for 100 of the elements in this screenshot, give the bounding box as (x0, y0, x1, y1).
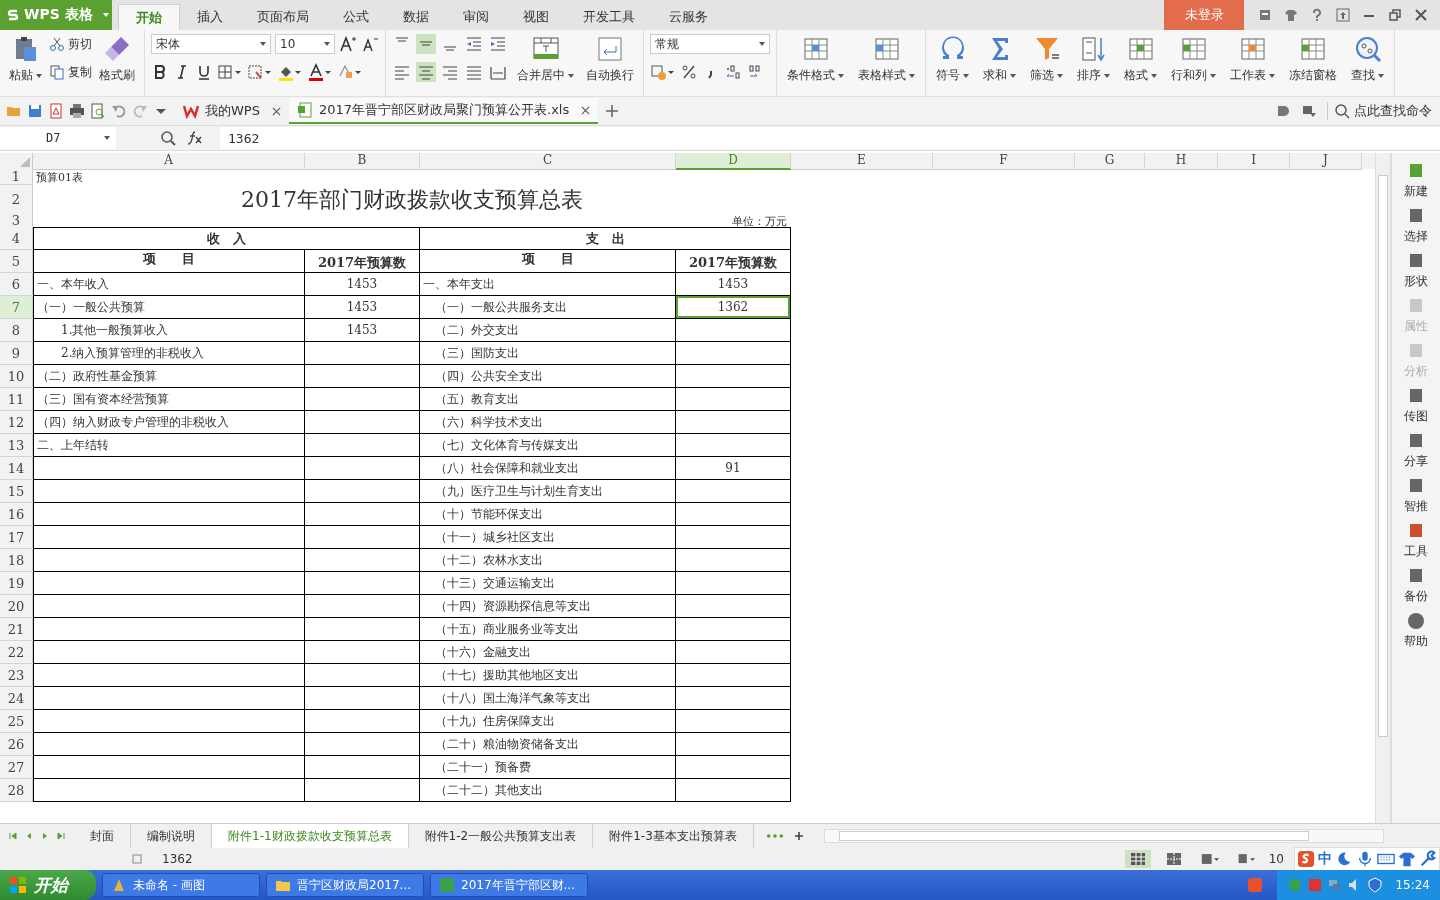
collapse-ribbon-icon[interactable] (1301, 103, 1317, 119)
taskbar-item[interactable]: 未命名 - 画图 (102, 873, 260, 897)
row-header[interactable]: 7 (0, 296, 33, 319)
ribbon-button[interactable]: 行和列 (1167, 33, 1220, 86)
sidebar-button[interactable]: 分享 (1404, 431, 1428, 470)
last-sheet-icon[interactable] (56, 831, 66, 841)
grow-font-icon[interactable] (339, 35, 357, 53)
restore-icon[interactable] (1388, 8, 1402, 22)
row-header[interactable]: 12 (0, 411, 33, 434)
column-header[interactable]: E (791, 153, 933, 170)
cut-button[interactable]: 剪切 (49, 33, 92, 55)
vertical-align-icon[interactable] (416, 34, 436, 54)
shrink-font-icon[interactable] (361, 35, 379, 53)
paste-button[interactable]: 粘贴 (6, 33, 45, 86)
document-tab[interactable]: 2017年晋宁部区财政局聚门预算公开表.xls (288, 98, 599, 124)
upload-icon[interactable] (1336, 8, 1350, 22)
ribbon-button[interactable]: 表格样式 (854, 33, 919, 86)
pdf-icon[interactable] (48, 103, 64, 119)
column-header[interactable]: B (305, 153, 420, 170)
column-header[interactable]: J (1290, 153, 1362, 170)
sidebar-button[interactable]: 智推 (1404, 476, 1428, 515)
ribbon-tab[interactable]: 数据 (386, 4, 446, 30)
increase-indent-icon[interactable] (488, 34, 508, 54)
row-header[interactable]: 11 (0, 388, 33, 411)
help-icon[interactable] (1310, 8, 1324, 22)
ribbon-tab[interactable]: 插入 (180, 4, 240, 30)
wrap-text-button[interactable]: 自动换行 (583, 33, 637, 86)
close-icon[interactable] (1414, 8, 1428, 22)
ribbon-button[interactable]: 工作表 (1226, 33, 1279, 86)
ribbon-button[interactable]: 条件格式 (783, 33, 848, 86)
normal-view-icon[interactable] (1124, 850, 1151, 868)
column-header[interactable]: F (933, 153, 1075, 170)
sidebar-button[interactable]: 新建 (1404, 161, 1428, 200)
row-header[interactable]: 6 (0, 273, 33, 296)
font-size-dropdown[interactable]: 10 (275, 34, 335, 54)
row-header[interactable]: 26 (0, 733, 33, 756)
sidebar-button[interactable]: 备份 (1404, 566, 1428, 605)
undo-icon[interactable] (111, 103, 127, 119)
increase-decimal-icon[interactable] (724, 63, 742, 81)
new-tab-icon[interactable] (604, 103, 621, 119)
start-button[interactable]: 开始 (0, 870, 96, 900)
column-header[interactable]: I (1218, 153, 1290, 170)
column-header[interactable]: G (1075, 153, 1145, 170)
column-header[interactable]: C (420, 153, 676, 170)
merge-center-button[interactable]: 合并居中 (514, 33, 577, 86)
ribbon-button[interactable]: 筛选 (1026, 33, 1067, 86)
format-painter-button[interactable]: 格式刷 (96, 33, 138, 86)
row-header[interactable]: 13 (0, 434, 33, 457)
ribbon-button[interactable]: 冻结窗格 (1285, 33, 1341, 86)
ribbon-tab[interactable]: 页面布局 (240, 4, 326, 30)
ribbon-tab[interactable]: 公式 (326, 4, 386, 30)
row-header[interactable]: 23 (0, 664, 33, 687)
copy-button[interactable]: 复制 (49, 61, 92, 83)
print-preview-icon[interactable] (90, 103, 106, 119)
ribbon-tab[interactable]: 云服务 (652, 4, 725, 30)
sheet-tab[interactable]: 附件1-1财政拨款收支预算总表 (212, 824, 409, 848)
row-header[interactable]: 25 (0, 710, 33, 733)
row-header[interactable]: 4 (0, 227, 33, 250)
security-icon[interactable] (1367, 877, 1384, 893)
sidebar-button[interactable]: 传图 (1404, 386, 1428, 425)
percent-icon[interactable] (680, 63, 698, 81)
ribbon-button[interactable]: 符号 (932, 33, 973, 86)
ribbon-tab[interactable]: 开发工具 (566, 4, 652, 30)
save-icon[interactable] (27, 103, 43, 119)
row-header[interactable]: 1 (0, 169, 33, 185)
taskbar-item[interactable]: 晋宁区财政局2017... (266, 873, 424, 897)
ribbon-button[interactable]: 排序 (1073, 33, 1114, 86)
document-tab[interactable]: 我的WPS (175, 98, 289, 124)
horizontal-scrollbar[interactable] (823, 829, 1384, 843)
column-header[interactable]: D (676, 153, 791, 170)
sidebar-button[interactable]: 工具 (1404, 521, 1428, 560)
formula-input[interactable]: 1362 (220, 127, 1440, 149)
sidebar-button[interactable]: 形状 (1404, 251, 1428, 290)
input-method-bar[interactable]: 中 (1294, 847, 1440, 871)
row-header[interactable]: 8 (0, 319, 33, 342)
row-header[interactable]: 21 (0, 618, 33, 641)
ribbon-tab[interactable]: 审阅 (446, 4, 506, 30)
taskbar-item[interactable]: 2017年晋宁部区财... (430, 873, 588, 897)
sidebar-button[interactable]: 帮助 (1404, 611, 1428, 650)
row-header[interactable]: 2 (0, 185, 33, 215)
vertical-scrollbar[interactable] (1375, 153, 1391, 823)
sidebar-button[interactable]: 选择 (1404, 206, 1428, 245)
row-header[interactable]: 10 (0, 365, 33, 388)
row-header[interactable]: 24 (0, 687, 33, 710)
ribbon-button[interactable]: 格式 (1120, 33, 1161, 86)
row-header[interactable]: 18 (0, 549, 33, 572)
row-header[interactable]: 15 (0, 480, 33, 503)
print-icon[interactable] (69, 103, 85, 119)
function-icon[interactable] (186, 130, 204, 146)
row-header[interactable]: 14 (0, 457, 33, 480)
decrease-indent-icon[interactable] (464, 34, 484, 54)
font-color-icon[interactable] (307, 63, 333, 81)
more-sheets-icon[interactable] (765, 831, 784, 841)
ribbon-button[interactable]: 求和 (979, 33, 1020, 86)
ribbon-tab[interactable]: 视图 (506, 4, 566, 30)
close-tab-icon[interactable] (581, 105, 591, 115)
command-search[interactable]: 点此查找命令 (1327, 102, 1432, 120)
horizontal-align-icon[interactable] (416, 62, 436, 82)
font-family-dropdown[interactable]: 宋体 (151, 34, 271, 54)
row-header[interactable]: 22 (0, 641, 33, 664)
